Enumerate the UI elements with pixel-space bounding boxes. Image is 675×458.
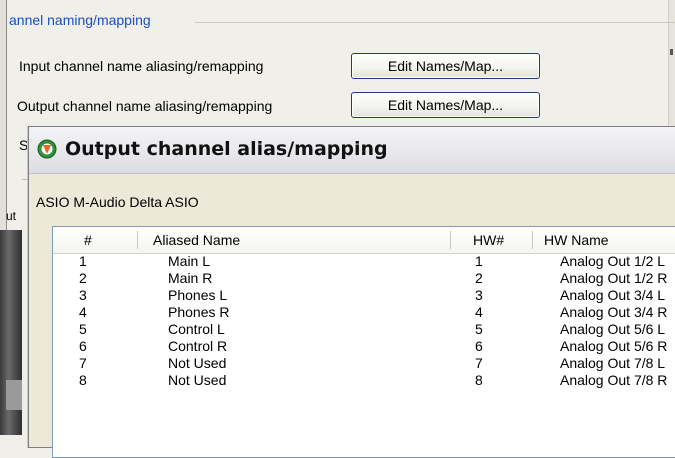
cell-hw-number: 1 — [475, 253, 483, 269]
cell-aliased-name: Main L — [168, 253, 211, 269]
edit-input-names-button[interactable]: Edit Names/Map... — [351, 53, 540, 79]
cell-aliased-name: Control L — [168, 321, 225, 337]
group-box-border — [195, 22, 675, 23]
table-row[interactable]: 2 Main R 2 Analog Out 1/2 R — [53, 270, 675, 287]
column-header-number[interactable]: # — [84, 232, 92, 248]
table-row[interactable]: 7 Not Used 7 Analog Out 7/8 L — [53, 355, 675, 372]
cell-aliased-name: Not Used — [168, 372, 227, 388]
dialog-client-area: ASIO M-Audio Delta ASIO # Aliased Name H… — [29, 174, 675, 458]
cell-hw-name: Analog Out 7/8 R — [560, 372, 668, 388]
cell-number: 5 — [79, 321, 87, 337]
cell-number: 6 — [79, 338, 87, 354]
cell-hw-number: 3 — [475, 287, 483, 303]
table-row[interactable]: 8 Not Used 8 Analog Out 7/8 R — [53, 372, 675, 389]
table-row[interactable]: 5 Control L 5 Analog Out 5/6 L — [53, 321, 675, 338]
cell-hw-number: 6 — [475, 338, 483, 354]
output-aliasing-label: Output channel name aliasing/remapping — [17, 98, 273, 114]
column-header-hw-name[interactable]: HW Name — [544, 232, 609, 248]
cell-aliased-name: Not Used — [168, 355, 227, 371]
cell-hw-number: 5 — [475, 321, 483, 337]
cell-hw-name: Analog Out 3/4 L — [560, 287, 666, 303]
scroll-marker — [670, 49, 673, 55]
dialog-titlebar[interactable]: Output channel alias/mapping — [29, 127, 675, 174]
obscured-label: ut — [6, 209, 17, 223]
cell-hw-name: Analog Out 5/6 L — [560, 321, 666, 337]
cell-aliased-name: Phones R — [168, 304, 230, 320]
column-divider[interactable] — [532, 231, 533, 249]
table-row[interactable]: 3 Phones L 3 Analog Out 3/4 L — [53, 287, 675, 304]
dialog-title: Output channel alias/mapping — [65, 138, 388, 160]
output-alias-dialog: Output channel alias/mapping ASIO M-Audi… — [28, 126, 675, 458]
cell-number: 2 — [79, 270, 87, 286]
cell-aliased-name: Main R — [168, 270, 213, 286]
edit-output-names-button[interactable]: Edit Names/Map... — [351, 92, 540, 118]
group-box-title: annel naming/mapping — [9, 12, 155, 28]
audio-device-name: ASIO M-Audio Delta ASIO — [36, 194, 199, 210]
table-row[interactable]: 6 Control R 6 Analog Out 5/6 R — [53, 338, 675, 355]
cell-number: 8 — [79, 372, 87, 388]
cell-hw-name: Analog Out 1/2 L — [560, 253, 666, 269]
background-panel — [0, 230, 22, 435]
channel-mapping-list[interactable]: # Aliased Name HW# HW Name 1 Main L 1 An… — [52, 226, 675, 458]
table-row[interactable]: 4 Phones R 4 Analog Out 3/4 R — [53, 304, 675, 321]
cell-hw-name: Analog Out 5/6 R — [560, 338, 668, 354]
cell-hw-number: 7 — [475, 355, 483, 371]
cell-aliased-name: Phones L — [168, 287, 228, 303]
list-header: # Aliased Name HW# HW Name — [53, 227, 675, 254]
cell-hw-name: Analog Out 7/8 L — [560, 355, 666, 371]
cell-number: 7 — [79, 355, 87, 371]
cell-hw-number: 4 — [475, 304, 483, 320]
column-header-aliased-name[interactable]: Aliased Name — [153, 232, 240, 248]
cell-number: 4 — [79, 304, 87, 320]
cell-aliased-name: Control R — [168, 338, 228, 354]
table-row[interactable]: 1 Main L 1 Analog Out 1/2 L — [53, 253, 675, 270]
reaper-app-icon — [37, 139, 57, 159]
column-divider[interactable] — [137, 231, 138, 249]
cell-number: 1 — [79, 253, 87, 269]
column-header-hw-number[interactable]: HW# — [473, 232, 504, 248]
cell-hw-name: Analog Out 3/4 R — [560, 304, 668, 320]
obscured-label: S — [19, 137, 29, 153]
cell-hw-number: 2 — [475, 270, 483, 286]
column-divider[interactable] — [450, 231, 451, 249]
cell-hw-name: Analog Out 1/2 R — [560, 270, 668, 286]
input-aliasing-label: Input channel name aliasing/remapping — [19, 58, 264, 74]
cell-number: 3 — [79, 287, 87, 303]
cell-hw-number: 8 — [475, 372, 483, 388]
